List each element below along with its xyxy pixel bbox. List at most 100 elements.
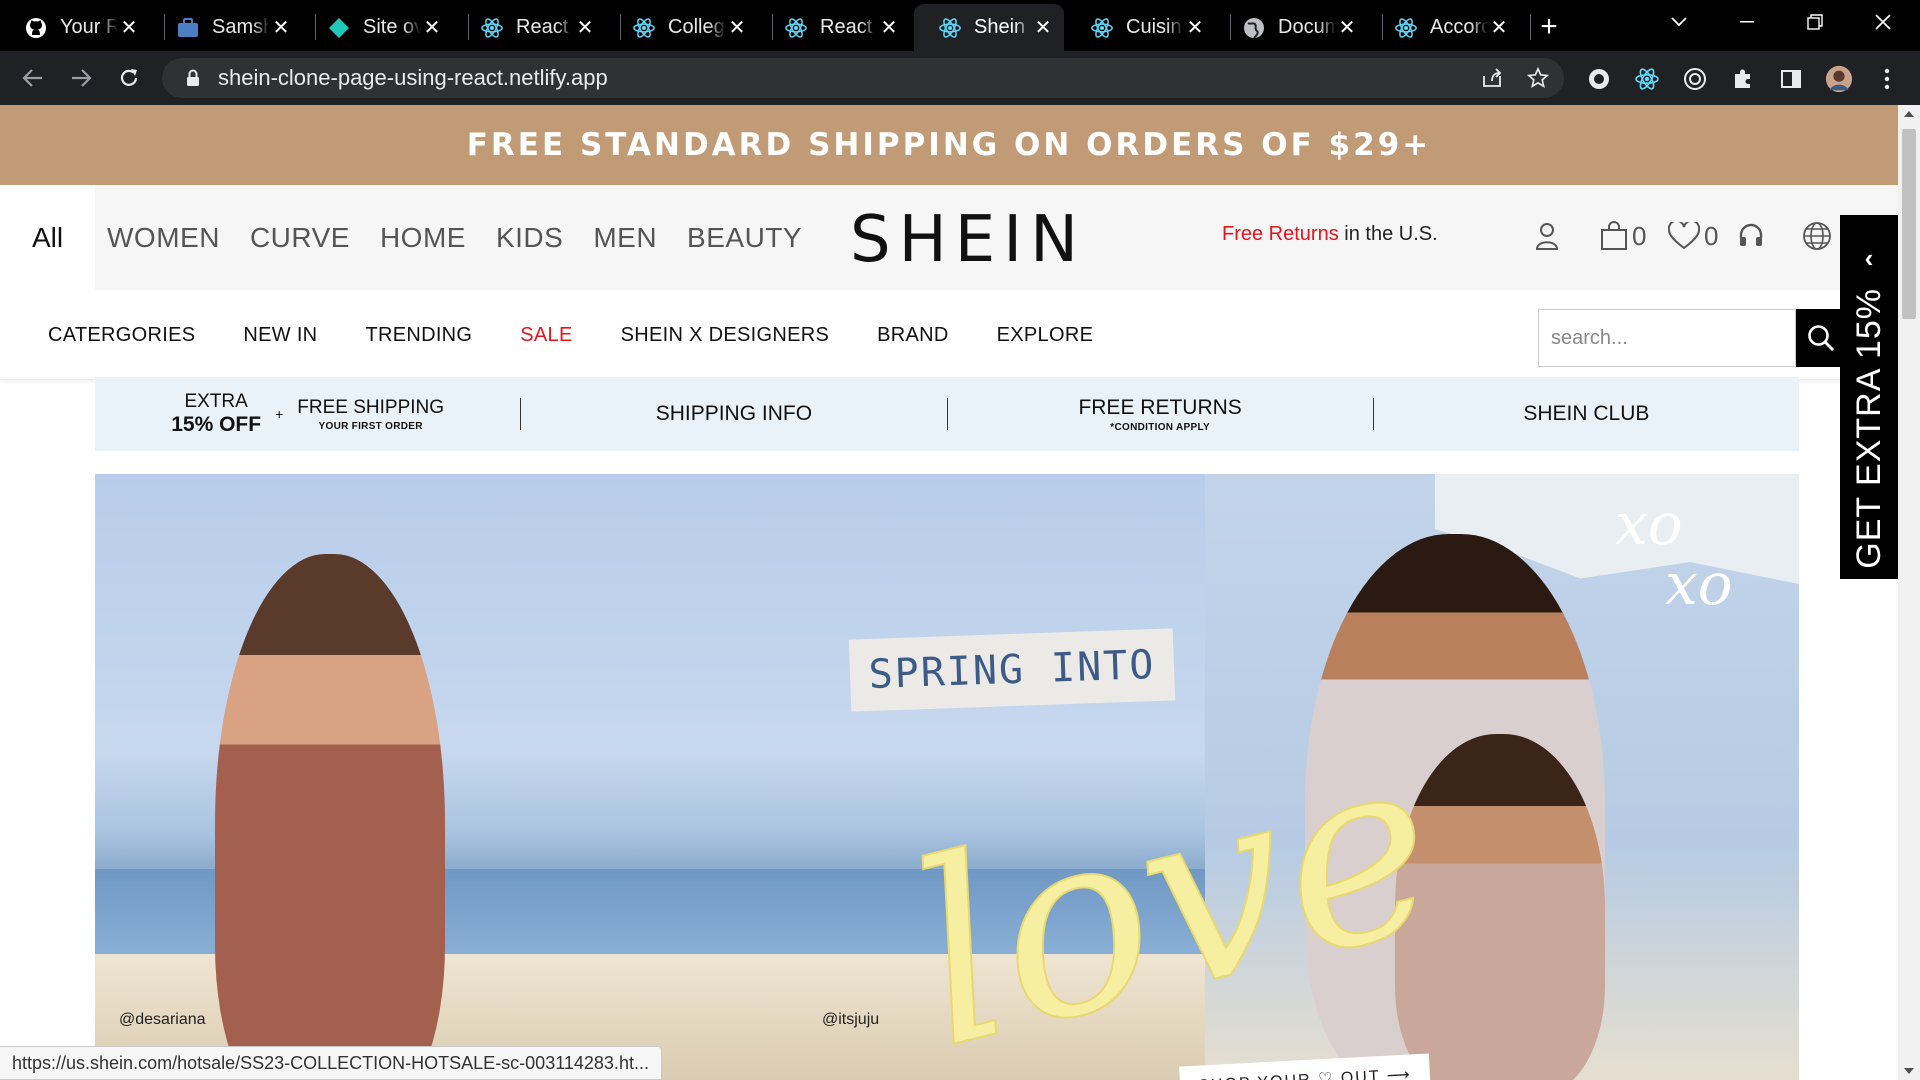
- secondary-nav-links: CATERGORIES NEW IN TRENDING SALE SHEIN X DES…: [48, 290, 1093, 380]
- side-panel-icon[interactable]: [1777, 65, 1805, 93]
- first-order-offer[interactable]: EXTRA 15% OFF + FREE SHIPPING YOUR FIRST…: [95, 377, 520, 451]
- puzzle-icon[interactable]: [1729, 65, 1757, 93]
- support-button[interactable]: [1738, 219, 1764, 253]
- hero-banner[interactable]: SPRING INTO love xo xo @desariana @itsju…: [95, 474, 1799, 1080]
- all-menu-link[interactable]: All: [0, 185, 95, 290]
- briefcase-icon: [176, 16, 200, 40]
- react-icon: [1394, 16, 1418, 40]
- category-nav: WOMEN CURVE HOME KIDS MEN BEAUTY: [107, 185, 802, 290]
- forward-button[interactable]: [62, 59, 100, 97]
- free-returns-sub: *CONDITION APPLY: [1110, 421, 1210, 433]
- xoxo-line-1: xo: [1615, 490, 1683, 558]
- restore-button[interactable]: [1782, 0, 1848, 44]
- share-icon[interactable]: [1480, 66, 1504, 90]
- model-left-woman: [215, 554, 445, 1080]
- browser-tab[interactable]: Cuisine✕: [1066, 4, 1216, 51]
- page-scrollbar[interactable]: [1898, 105, 1920, 1080]
- profile-avatar[interactable]: [1825, 65, 1853, 93]
- react-icon: [1090, 16, 1114, 40]
- tab-search-button[interactable]: [1646, 0, 1712, 44]
- account-button[interactable]: [1535, 219, 1559, 253]
- browser-tab[interactable]: React / ✕: [456, 4, 606, 51]
- scrollbar-thumb[interactable]: [1902, 129, 1916, 319]
- back-button[interactable]: [14, 59, 52, 97]
- subnav-link-explore[interactable]: EXPLORE: [997, 324, 1094, 347]
- category-link-home[interactable]: HOME: [380, 222, 466, 254]
- browser-tab[interactable]: College✕: [608, 4, 758, 51]
- tab-close-icon[interactable]: ✕: [574, 17, 596, 39]
- tab-separator: [620, 14, 621, 40]
- address-url: shein-clone-page-using-react.netlify.app: [218, 65, 608, 90]
- browser-tab[interactable]: Shein C✕: [914, 4, 1064, 51]
- search-input[interactable]: [1538, 309, 1796, 367]
- tab-close-icon[interactable]: ✕: [421, 17, 443, 39]
- tab-title: Docum: [1278, 16, 1336, 38]
- tab-close-icon[interactable]: ✕: [1032, 17, 1054, 39]
- spring-into-tag: SPRING INTO: [848, 628, 1176, 712]
- tab-close-icon[interactable]: ✕: [1184, 17, 1206, 39]
- shipping-info-link[interactable]: SHIPPING INFO: [521, 377, 946, 451]
- new-tab-button[interactable]: +: [1530, 8, 1568, 46]
- extension-icon[interactable]: [1585, 65, 1613, 93]
- globe-icon: [1242, 16, 1266, 40]
- scroll-down-arrow[interactable]: [1904, 1068, 1914, 1074]
- promo-banner-text: FREE STANDARD SHIPPING ON ORDERS OF $29+: [466, 127, 1432, 163]
- minimize-button[interactable]: [1714, 0, 1780, 44]
- category-link-curve[interactable]: CURVE: [250, 222, 350, 254]
- shopping-bag-icon: [1601, 221, 1627, 250]
- react-icon: [784, 16, 808, 40]
- free-shipping-banner[interactable]: FREE STANDARD SHIPPING ON ORDERS OF $29+: [0, 105, 1898, 185]
- close-window-button[interactable]: [1850, 0, 1916, 44]
- browser-tab[interactable]: Your Re✕: [0, 4, 150, 51]
- xoxo-line-2: xo: [1665, 550, 1733, 618]
- address-bar[interactable]: shein-clone-page-using-react.netlify.app: [162, 58, 1564, 98]
- browser-tab[interactable]: Docum ✕: [1218, 4, 1368, 51]
- category-link-women[interactable]: WOMEN: [107, 222, 220, 254]
- shein-logo[interactable]: SHEIN: [850, 203, 1086, 277]
- subnav-link-trending[interactable]: TRENDING: [365, 324, 472, 347]
- tab-title: Cuisine: [1126, 16, 1184, 38]
- language-button[interactable]: [1802, 219, 1832, 253]
- tab-close-icon[interactable]: ✕: [270, 17, 292, 39]
- tab-title: College: [668, 16, 726, 38]
- free-returns-link[interactable]: FREE RETURNS *CONDITION APPLY: [948, 377, 1373, 451]
- user-icon: [1535, 223, 1559, 250]
- tab-separator: [772, 14, 773, 40]
- category-link-beauty[interactable]: BEAUTY: [687, 222, 802, 254]
- secondary-nav: CATERGORIES NEW IN TRENDING SALE SHEIN X DES…: [0, 290, 1898, 380]
- tab-close-icon[interactable]: ✕: [1336, 17, 1358, 39]
- browser-tab[interactable]: React / ✕: [760, 4, 910, 51]
- tab-close-icon[interactable]: ✕: [118, 17, 140, 39]
- reload-button[interactable]: [110, 59, 148, 97]
- browser-tab[interactable]: Site ov ✕: [303, 4, 453, 51]
- subnav-link-shein-x-designers[interactable]: SHEIN X DESIGNERS: [621, 324, 829, 347]
- tab-close-icon[interactable]: ✕: [726, 17, 748, 39]
- subnav-link-brand[interactable]: BRAND: [877, 324, 949, 347]
- tab-separator: [315, 14, 316, 40]
- browser-tab[interactable]: Accord ✕: [1370, 4, 1520, 51]
- tab-separator: [468, 14, 469, 40]
- browser-menu-icon[interactable]: [1873, 65, 1901, 93]
- search-button[interactable]: [1796, 309, 1846, 367]
- extension-target-icon[interactable]: [1681, 65, 1709, 93]
- free-returns-rest: in the U.S.: [1338, 223, 1438, 245]
- category-link-men[interactable]: MEN: [593, 222, 657, 254]
- globe-icon: [1803, 222, 1831, 250]
- cart-button[interactable]: 0: [1600, 219, 1646, 253]
- bookmark-star-icon[interactable]: [1526, 66, 1550, 90]
- shein-club-link[interactable]: SHEIN CLUB: [1374, 377, 1799, 451]
- scroll-up-arrow[interactable]: [1904, 111, 1914, 117]
- category-link-kids[interactable]: KIDS: [496, 222, 563, 254]
- tab-close-icon[interactable]: ✕: [878, 17, 900, 39]
- wishlist-button[interactable]: 0: [1668, 219, 1718, 253]
- tab-close-icon[interactable]: ✕: [1488, 17, 1510, 39]
- subnav-link-new-in[interactable]: NEW IN: [243, 324, 317, 347]
- react-devtools-icon[interactable]: [1633, 65, 1661, 93]
- extra-percent: 15% OFF: [171, 413, 262, 436]
- subnav-link-sale[interactable]: SALE: [520, 324, 572, 347]
- react-icon: [632, 16, 656, 40]
- get-extra-15-tab[interactable]: ‹ GET EXTRA 15%: [1840, 215, 1898, 579]
- subnav-link-catergories[interactable]: CATERGORIES: [48, 324, 195, 347]
- browser-tab[interactable]: Samsh ✕: [152, 4, 302, 51]
- minimize-icon: [1740, 21, 1754, 23]
